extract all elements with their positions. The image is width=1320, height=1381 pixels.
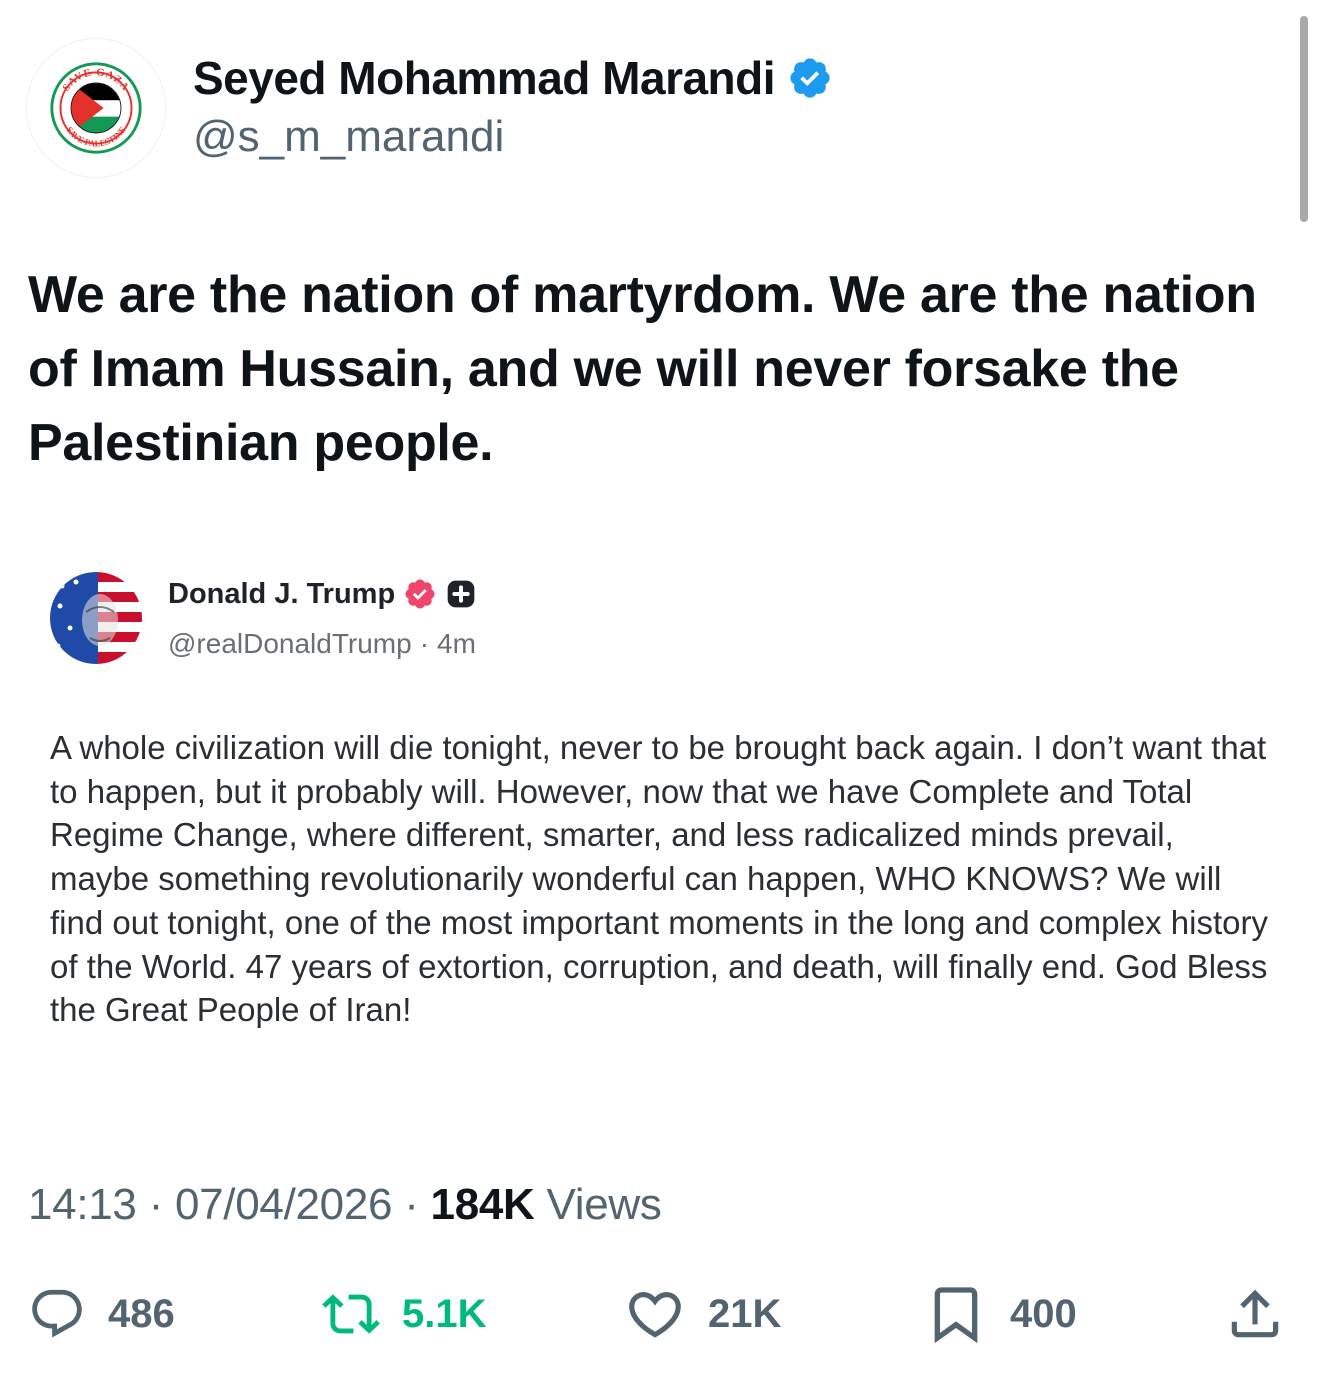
embedded-time: 4m <box>437 628 476 659</box>
heart-icon <box>629 1292 681 1338</box>
save-gaza-logo-icon: SAVE GAZA SAVE PALESTINE <box>50 62 142 154</box>
meta-separator: · <box>148 1180 164 1229</box>
tweet-meta-row: 14:13 · 07/04/2026 · 184K Views <box>28 1180 662 1230</box>
scrollbar[interactable] <box>1300 16 1308 222</box>
repost-count: 5.1K <box>402 1291 487 1336</box>
share-icon <box>1231 1289 1279 1338</box>
embedded-post-image[interactable]: Donald J. Trump @realDonaldTrump · 4m A … <box>0 540 1300 1100</box>
reply-count: 486 <box>108 1291 175 1336</box>
verified-badge-icon[interactable] <box>787 55 833 101</box>
like-count: 21K <box>708 1291 782 1336</box>
share-button[interactable] <box>1224 1282 1286 1346</box>
author-avatar[interactable]: SAVE GAZA SAVE PALESTINE <box>26 38 166 178</box>
tweet-date[interactable]: 07/04/2026 <box>175 1180 393 1230</box>
reply-icon <box>32 1289 82 1338</box>
views-count[interactable]: 184K <box>431 1180 535 1229</box>
views-label: Views <box>546 1180 662 1229</box>
author-name-row[interactable]: Seyed Mohammad Marandi <box>193 50 833 106</box>
embedded-plus-badge-icon <box>445 578 477 610</box>
embedded-avatar <box>50 572 142 664</box>
embedded-handle: @realDonaldTrump <box>168 628 412 659</box>
repost-icon <box>322 1294 380 1334</box>
embedded-author-name: Donald J. Trump <box>168 577 396 610</box>
reply-button[interactable]: 486 <box>28 1282 175 1346</box>
embedded-name-row: Donald J. Trump <box>168 574 477 614</box>
embedded-meta: @realDonaldTrump · 4m <box>168 628 476 660</box>
bookmark-icon <box>934 1287 978 1344</box>
author-handle[interactable]: @s_m_marandi <box>193 112 504 162</box>
meta-separator: · <box>404 1180 419 1229</box>
tweet-text: We are the nation of martyrdom. We are t… <box>28 266 1257 472</box>
tweet-detail-page: SAVE GAZA SAVE PALESTINE Seyed Mohammad … <box>0 0 1320 1381</box>
flag-portrait-icon <box>50 572 142 664</box>
embedded-separator: · <box>419 628 430 659</box>
tweet-time[interactable]: 14:13 <box>28 1180 137 1230</box>
author-name[interactable]: Seyed Mohammad Marandi <box>193 51 776 105</box>
bookmark-button[interactable]: 400 <box>924 1282 1077 1346</box>
bookmark-count: 400 <box>1010 1291 1077 1336</box>
like-button[interactable]: 21K <box>624 1282 781 1346</box>
embedded-verified-badge-icon <box>403 577 437 611</box>
repost-button[interactable]: 5.1K <box>322 1282 487 1346</box>
embedded-post-text: A whole civilization will die tonight, n… <box>50 729 1269 1029</box>
